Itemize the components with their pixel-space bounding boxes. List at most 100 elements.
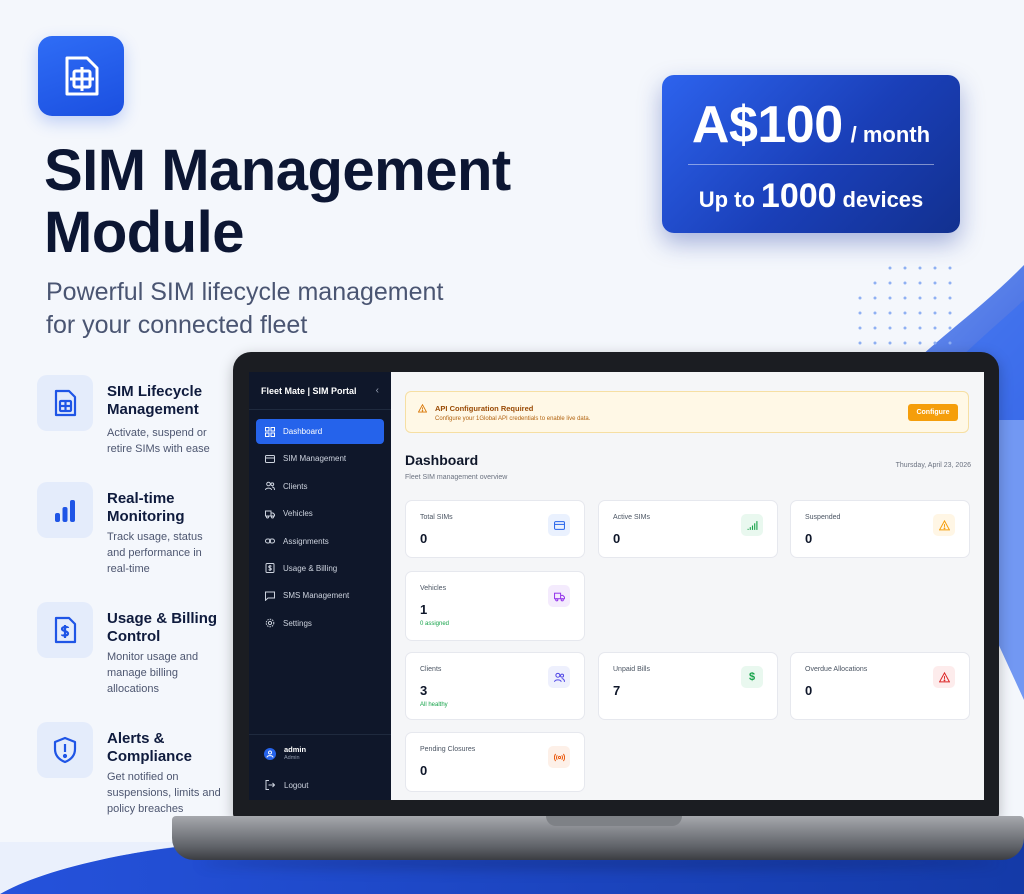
warning-icon: [418, 404, 427, 413]
truck-icon: [553, 592, 565, 601]
user-role: Admin: [284, 755, 300, 761]
sim-card-icon: [54, 389, 77, 417]
decor-dot: [918, 281, 922, 285]
stat-card-vehicles[interactable]: Vehicles 1 0 assigned: [405, 571, 585, 641]
main-content: API Configuration Required Configure you…: [391, 372, 984, 800]
stat-card-total-sims[interactable]: Total SIMs 0: [405, 500, 585, 558]
app-logo: [38, 36, 124, 116]
decor-dot: [918, 266, 922, 270]
decor-dot: [948, 311, 952, 315]
decor-dot: [918, 311, 922, 315]
decor-dot: [933, 296, 937, 300]
sidebar-item-vehicles[interactable]: Vehicles: [256, 501, 384, 526]
decor-dot: [948, 326, 952, 330]
sidebar-item-dashboard[interactable]: Dashboard: [256, 419, 384, 444]
decor-dot: [948, 341, 952, 345]
price-divider: [688, 164, 934, 165]
sidebar: Fleet Mate | SIM Portal ‹ Dashboard SIM …: [249, 372, 391, 800]
decor-dot: [933, 326, 937, 330]
decor-dot: [888, 281, 892, 285]
sidebar-item-clients[interactable]: Clients: [256, 474, 384, 499]
sidebar-item-sms-management[interactable]: SMS Management: [256, 583, 384, 608]
page-title: SIM Management Module: [44, 138, 511, 265]
sidebar-item-usage-billing[interactable]: Usage & Billing: [256, 556, 384, 581]
page-subtitle: Powerful SIM lifecycle management for yo…: [46, 278, 444, 339]
decor-dot: [933, 281, 937, 285]
decor-dot: [918, 341, 922, 345]
billing-document-icon: [54, 616, 77, 644]
message-icon: [265, 591, 275, 601]
stat-card-pending-closures[interactable]: Pending Closures 0: [405, 732, 585, 792]
signal-icon: [747, 520, 757, 530]
truck-icon: [265, 510, 275, 519]
sidebar-item-settings[interactable]: Settings: [256, 611, 384, 636]
decor-dot: [873, 341, 877, 345]
stat-card-overdue-allocations[interactable]: Overdue Allocations 0: [790, 652, 970, 720]
decor-dot: [948, 296, 952, 300]
decor-dot: [933, 311, 937, 315]
decor-dot: [888, 326, 892, 330]
api-config-alert: API Configuration Required Configure you…: [405, 391, 969, 433]
logout-icon: [265, 780, 275, 790]
dollar-icon: $: [748, 671, 756, 683]
price-period: / month: [850, 122, 931, 147]
broadcast-icon: [553, 753, 565, 761]
decor-dot: [888, 296, 892, 300]
stat-card-active-sims[interactable]: Active SIMs 0: [598, 500, 778, 558]
decor-dot: [858, 341, 862, 345]
decor-dot: [948, 281, 952, 285]
user-profile[interactable]: admin Admin: [249, 734, 391, 772]
decor-dot: [933, 341, 937, 345]
user-name: admin: [284, 745, 307, 754]
portal-screen: Fleet Mate | SIM Portal ‹ Dashboard SIM …: [249, 372, 984, 800]
decor-dot: [858, 311, 862, 315]
sidebar-title: Fleet Mate | SIM Portal: [261, 385, 357, 396]
decor-dot: [888, 266, 892, 270]
gear-icon: [265, 618, 275, 628]
alert-title: API Configuration Required: [435, 404, 534, 413]
decor-dot: [888, 341, 892, 345]
sidebar-header: Fleet Mate | SIM Portal ‹: [249, 372, 391, 410]
pricing-card: A$100 / month Up to 1000 devices: [662, 75, 960, 233]
link-icon: [265, 538, 275, 544]
dot-pattern-decoration: [858, 266, 952, 345]
laptop-trackpad-notch: [546, 816, 682, 826]
stat-card-clients[interactable]: Clients 3 All healthy: [405, 652, 585, 720]
decor-dot: [903, 266, 907, 270]
stat-card-suspended[interactable]: Suspended 0: [790, 500, 970, 558]
decor-dot: [858, 296, 862, 300]
warning-icon: [938, 519, 950, 530]
decor-dot: [873, 326, 877, 330]
users-icon: [265, 481, 275, 491]
users-icon: [553, 672, 565, 682]
avatar: [264, 747, 276, 760]
sidebar-item-assignments[interactable]: Assignments: [256, 529, 384, 554]
grid-icon: [265, 426, 275, 437]
price-amount: A$100: [691, 96, 843, 154]
card-icon: [553, 520, 565, 530]
alert-text: Configure your 1Global API credentials t…: [435, 416, 591, 422]
decor-dot: [903, 311, 907, 315]
sim-card-icon: [65, 56, 99, 96]
decor-dot: [903, 326, 907, 330]
user-icon: [266, 750, 274, 758]
dashboard-date: Thursday, April 23, 2026: [895, 462, 971, 469]
configure-button[interactable]: Configure: [908, 404, 958, 421]
decor-dot: [873, 281, 877, 285]
sidebar-nav: Dashboard SIM Management Clients Vehicle…: [256, 419, 384, 638]
decor-dot: [918, 326, 922, 330]
decor-dot: [933, 266, 937, 270]
logout-button[interactable]: Logout: [249, 772, 391, 798]
card-icon: [265, 454, 275, 463]
decor-dot: [903, 341, 907, 345]
dashboard-title: Dashboard: [405, 452, 479, 468]
collapse-chevron-icon[interactable]: ‹: [376, 385, 379, 396]
alert-triangle-icon: [938, 671, 950, 682]
decor-dot: [858, 326, 862, 330]
decor-dot: [903, 296, 907, 300]
stat-card-unpaid-bills[interactable]: Unpaid Bills 7 $: [598, 652, 778, 720]
device-limit: Up to 1000 devices: [698, 177, 924, 215]
sidebar-item-sim-management[interactable]: SIM Management: [256, 446, 384, 471]
decor-dot: [873, 296, 877, 300]
decor-dot: [903, 281, 907, 285]
